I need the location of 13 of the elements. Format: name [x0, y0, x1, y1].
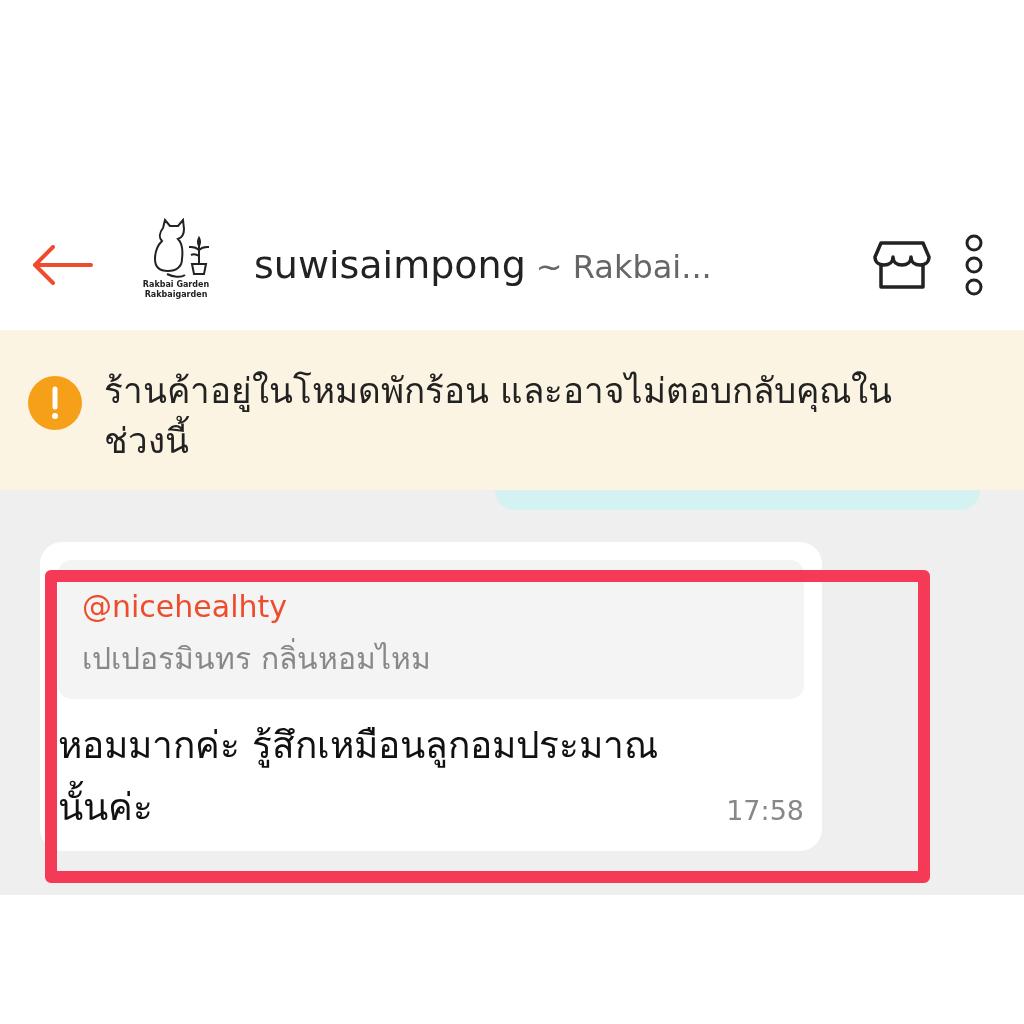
- quote-author: @nicehealhty: [82, 588, 289, 626]
- warning-icon: [28, 376, 82, 430]
- back-arrow-icon: [31, 245, 93, 285]
- more-options-icon: [963, 234, 985, 296]
- chat-title: suwisaimpong: [254, 241, 526, 289]
- chat-subtitle: ~ Rakbai...: [535, 246, 712, 288]
- logo-caption: Rakbai Garden: [142, 279, 210, 290]
- notice-text: ร้านค้าอยู่ในโหมดพักร้อน และอาจไม่ตอบกลับคุณในช่วงนี้: [104, 370, 894, 463]
- logo-caption: Rakbaigarden: [144, 289, 208, 300]
- quote-text: เปเปอรมินทร กลิ่นหอมไหม: [82, 629, 780, 689]
- message-text: หอมมากค่ะ รู้สึกเหมือนลูกอมประมาณนั้นค่ะ: [58, 723, 659, 831]
- storefront-icon: [873, 239, 931, 291]
- message-time: 17:58: [726, 793, 804, 828]
